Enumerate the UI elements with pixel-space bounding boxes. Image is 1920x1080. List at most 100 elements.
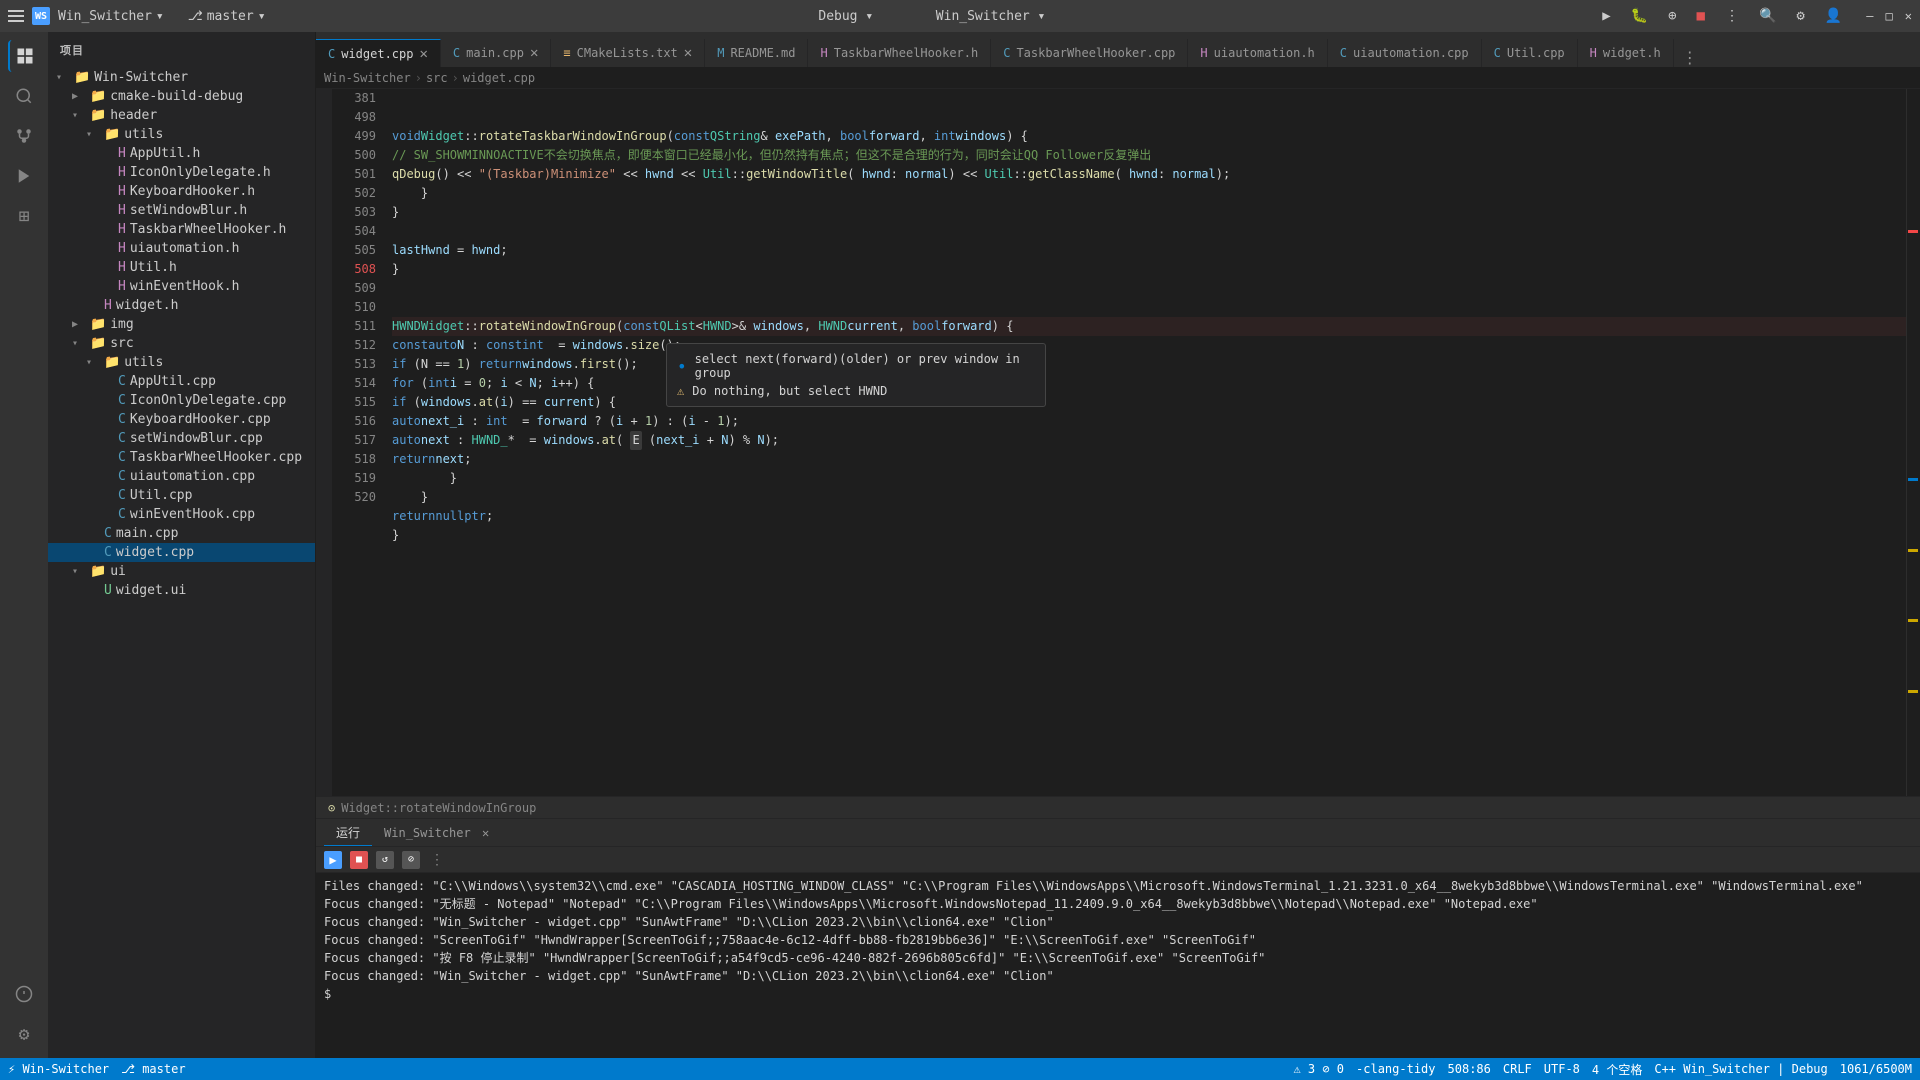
- tree-item-util-cpp[interactable]: ▶ C Util.cpp: [48, 486, 315, 505]
- tree-item-setwindowblur-h[interactable]: ▶ H setWindowBlur.h: [48, 201, 315, 220]
- statusbar-line-col[interactable]: 508:86: [1448, 1062, 1491, 1076]
- tree-item-widget-h[interactable]: ▶ H widget.h: [48, 296, 315, 315]
- tab-util-cpp[interactable]: C Util.cpp: [1482, 39, 1578, 67]
- project-name[interactable]: Win_Switcher ▾: [58, 9, 164, 24]
- search-icon[interactable]: 🔍: [1755, 6, 1780, 26]
- statusbar-problems[interactable]: ⚠ 3 ⊘ 0: [1293, 1062, 1344, 1076]
- branch-selector[interactable]: ⎇ master ▾: [188, 9, 266, 24]
- tree-item-widget-cpp[interactable]: ▶ C widget.cpp: [48, 543, 315, 562]
- panel-tab-win-switcher[interactable]: Win_Switcher ✕: [372, 822, 501, 844]
- tab-widget-cpp[interactable]: C widget.cpp ✕: [316, 39, 441, 67]
- folder-icon: 📁: [90, 108, 106, 123]
- code-line: }: [392, 469, 1906, 488]
- settings-bottom-icon[interactable]: ⚙: [8, 1018, 40, 1050]
- search-activity-icon[interactable]: [8, 80, 40, 112]
- tree-item-icononlydelegate-h[interactable]: ▶ H IconOnlyDelegate.h: [48, 163, 315, 182]
- statusbar-clang-tidy[interactable]: -clang-tidy: [1356, 1062, 1435, 1076]
- tree-item-header[interactable]: ▾ 📁 header: [48, 106, 315, 125]
- tree-item-setwindowblur-cpp[interactable]: ▶ C setWindowBlur.cpp: [48, 429, 315, 448]
- rebuild-toolbar-btn[interactable]: ↺: [376, 851, 394, 869]
- more-actions-icon[interactable]: ⋮: [1721, 6, 1743, 26]
- bc-item-project[interactable]: Win-Switcher: [324, 71, 411, 85]
- tab-taskbar-cpp[interactable]: C TaskbarWheelHooker.cpp: [991, 39, 1188, 67]
- statusbar-spaces[interactable]: 4 个空格: [1592, 1061, 1642, 1078]
- tree-item-uiautomation-cpp[interactable]: ▶ C uiautomation.cpp: [48, 467, 315, 486]
- tree-item-util-h[interactable]: ▶ H Util.h: [48, 258, 315, 277]
- tree-item-taskbarhooker-h[interactable]: ▶ H TaskbarWheelHooker.h: [48, 220, 315, 239]
- tree-label: utils: [124, 355, 163, 370]
- tree-item-ui[interactable]: ▾ 📁 ui: [48, 562, 315, 581]
- tree-item-wineventhook-cpp[interactable]: ▶ C winEventHook.cpp: [48, 505, 315, 524]
- tree-item-win-switcher[interactable]: ▾ 📁 Win-Switcher: [48, 68, 315, 87]
- statusbar-encoding[interactable]: UTF-8: [1544, 1062, 1580, 1076]
- tree-item-utils-cpp[interactable]: ▾ 📁 utils: [48, 353, 315, 372]
- code-line: }: [392, 488, 1906, 507]
- file-icon: C: [118, 412, 126, 427]
- debug-icon[interactable]: 🐛: [1627, 6, 1652, 26]
- more-toolbar-btn[interactable]: ⋮: [428, 851, 446, 869]
- tree-item-uiautomation-h[interactable]: ▶ H uiautomation.h: [48, 239, 315, 258]
- tree-item-wineventhook-h[interactable]: ▶ H winEventHook.h: [48, 277, 315, 296]
- tab-uiautomation-h[interactable]: H uiautomation.h: [1188, 39, 1327, 67]
- statusbar-left: ⚡ Win-Switcher ⎇ master: [8, 1062, 186, 1076]
- stop-icon[interactable]: ■: [1693, 6, 1709, 26]
- folder-icon: 📁: [104, 127, 120, 142]
- problems-icon[interactable]: [8, 978, 40, 1010]
- tree-item-keyboardhooker-h[interactable]: ▶ H KeyboardHooker.h: [48, 182, 315, 201]
- tab-readme[interactable]: M README.md: [705, 39, 808, 67]
- tab-taskbar-h[interactable]: H TaskbarWheelHooker.h: [808, 39, 991, 67]
- sidebar-header[interactable]: 项目: [48, 32, 315, 68]
- file-icon: H: [118, 222, 126, 237]
- account-icon[interactable]: 👤: [1821, 6, 1846, 26]
- tree-item-cmake[interactable]: ▶ 📁 cmake-build-debug: [48, 87, 315, 106]
- tree-item-keyboardhooker-cpp[interactable]: ▶ C KeyboardHooker.cpp: [48, 410, 315, 429]
- tab-close-icon[interactable]: ✕: [530, 45, 538, 61]
- run-icon[interactable]: ▶: [1598, 6, 1614, 26]
- maximize-button[interactable]: □: [1886, 9, 1893, 23]
- tree-item-apputil-h[interactable]: ▶ H AppUtil.h: [48, 144, 315, 163]
- tree-item-utils-h[interactable]: ▾ 📁 utils: [48, 125, 315, 144]
- menu-hamburger-icon[interactable]: [8, 8, 24, 24]
- tab-main-cpp[interactable]: C main.cpp ✕: [441, 39, 551, 67]
- tree-item-taskbarhooker-cpp[interactable]: ▶ C TaskbarWheelHooker.cpp: [48, 448, 315, 467]
- statusbar-crlf[interactable]: CRLF: [1503, 1062, 1532, 1076]
- right-scrollbar[interactable]: [1906, 89, 1920, 796]
- bc-item-file[interactable]: widget.cpp: [463, 71, 535, 85]
- extensions-icon[interactable]: ⊞: [8, 200, 40, 232]
- tree-item-main-cpp[interactable]: ▶ C main.cpp: [48, 524, 315, 543]
- tree-item-img[interactable]: ▶ 📁 img: [48, 315, 315, 334]
- run-debug-icon[interactable]: [8, 160, 40, 192]
- statusbar-project[interactable]: ⚡ Win-Switcher: [8, 1062, 109, 1076]
- tab-file-icon: C: [1340, 46, 1347, 60]
- statusbar-branch-status[interactable]: ⎇ master: [121, 1062, 185, 1076]
- minimize-button[interactable]: —: [1866, 9, 1873, 23]
- tab-label: main.cpp: [466, 46, 524, 60]
- code-content[interactable]: void Widget::rotateTaskbarWindowInGroup(…: [384, 89, 1906, 796]
- tab-uiautomation-cpp[interactable]: C uiautomation.cpp: [1328, 39, 1482, 67]
- tab-widget-h[interactable]: H widget.h: [1578, 39, 1674, 67]
- tree-item-src[interactable]: ▾ 📁 src: [48, 334, 315, 353]
- code-line: if (N == 1) return windows.first();: [392, 355, 1906, 374]
- tree-item-apputil-cpp[interactable]: ▶ C AppUtil.cpp: [48, 372, 315, 391]
- tab-close-icon[interactable]: ✕: [684, 45, 692, 61]
- stop-toolbar-btn[interactable]: ■: [350, 851, 368, 869]
- clear-toolbar-btn[interactable]: ⊘: [402, 851, 420, 869]
- tree-item-icononlydelegate-cpp[interactable]: ▶ C IconOnlyDelegate.cpp: [48, 391, 315, 410]
- bc-item-src[interactable]: src: [426, 71, 448, 85]
- tree-item-widget-ui[interactable]: ▶ U widget.ui: [48, 581, 315, 600]
- git-icon[interactable]: [8, 120, 40, 152]
- explorer-icon[interactable]: [8, 40, 40, 72]
- run-toolbar-btn[interactable]: ▶: [324, 851, 342, 869]
- tab-close-icon[interactable]: ✕: [419, 46, 427, 62]
- statusbar-language[interactable]: C++ Win_Switcher | Debug: [1654, 1062, 1827, 1076]
- panel-tab-close-icon[interactable]: ✕: [482, 826, 489, 840]
- code-line: }: [392, 203, 1906, 222]
- tab-cmakelists[interactable]: ≡ CMakeLists.txt ✕: [551, 39, 705, 67]
- close-button[interactable]: ✕: [1905, 9, 1912, 23]
- statusbar: ⚡ Win-Switcher ⎇ master ⚠ 3 ⊘ 0 -clang-t…: [0, 1058, 1920, 1080]
- settings-icon[interactable]: ⚙: [1792, 6, 1808, 26]
- statusbar-memory[interactable]: 1061/6500M: [1840, 1062, 1912, 1076]
- tabs-overflow-button[interactable]: ⋮: [1674, 48, 1706, 67]
- profile-icon[interactable]: ⊕: [1664, 6, 1680, 26]
- panel-tab-run[interactable]: 运行: [324, 820, 372, 846]
